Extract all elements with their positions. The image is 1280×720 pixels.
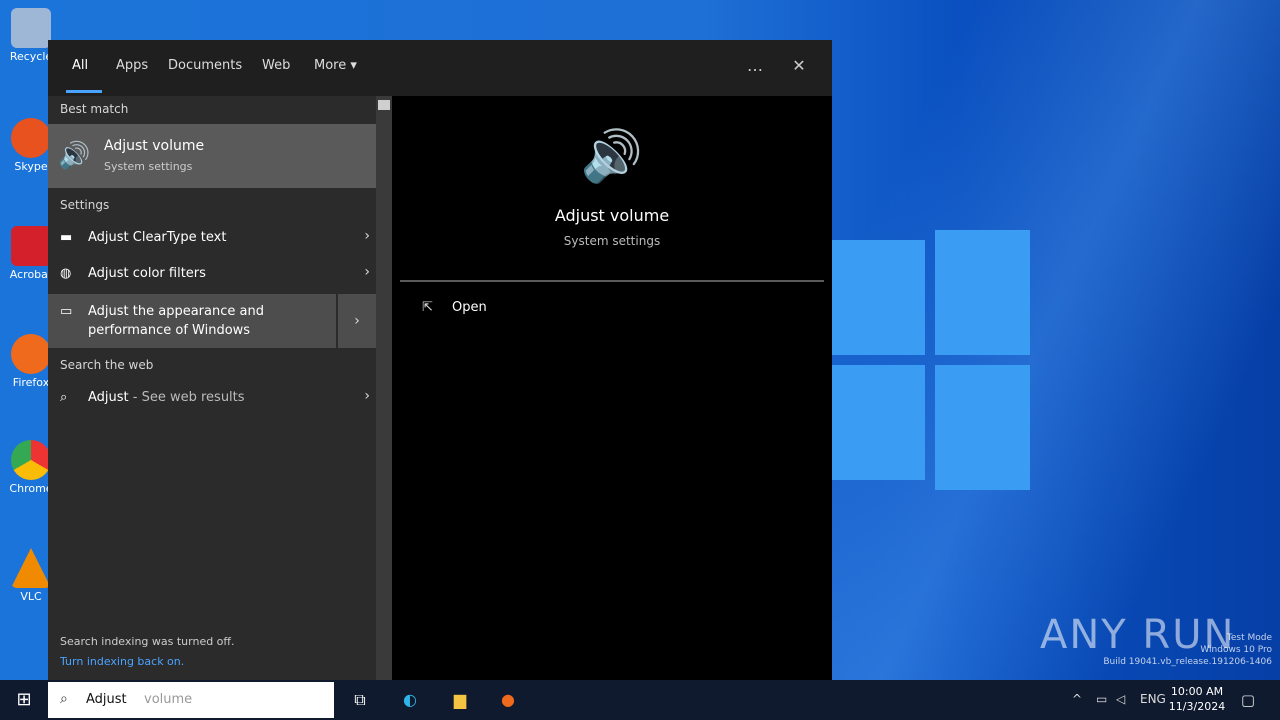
tab-web[interactable]: Web <box>262 58 290 73</box>
search-autocomplete-text: volume <box>144 692 193 707</box>
vlc-icon <box>11 548 51 588</box>
result-label: Adjust color filters <box>88 266 206 281</box>
notification-icon[interactable]: ▢ <box>1236 688 1260 712</box>
more-options-button[interactable]: … <box>740 54 770 78</box>
network-icon[interactable]: ▭ <box>1096 692 1107 706</box>
search-tabs-bar: All Apps Documents Web More ▾ … ✕ <box>48 40 832 96</box>
taskbar-search-input[interactable]: ⌕ Adjust volume <box>48 682 334 718</box>
preview-subtitle: System settings <box>563 234 661 248</box>
search-icon: ⌕ <box>60 390 68 405</box>
open-icon: ⇱ <box>422 300 433 315</box>
chevron-right-icon: › <box>364 228 370 244</box>
windows-start-button[interactable]: ⊞ <box>0 680 48 720</box>
best-match-heading: Best match <box>60 102 129 116</box>
scrollbar[interactable] <box>376 96 392 680</box>
tab-all[interactable]: All <box>72 58 88 73</box>
clock-time: 10:00 AM <box>1170 685 1224 698</box>
acrobat-icon <box>11 226 51 266</box>
color-filter-icon: ◍ <box>60 266 72 281</box>
chrome-icon <box>11 440 51 480</box>
speaker-icon: 🔊 <box>580 127 644 185</box>
chevron-right-icon: › <box>364 388 370 404</box>
active-tab-indicator <box>66 90 102 93</box>
result-web-search[interactable]: ⌕ Adjust - See web results › <box>48 380 376 416</box>
best-match-subtitle: System settings <box>104 160 193 173</box>
speaker-icon[interactable]: ◁ <box>1116 692 1125 706</box>
windows-logo-wallpaper <box>830 230 1030 490</box>
clock-date: 11/3/2024 <box>1168 700 1226 713</box>
web-search-suffix: - See web results <box>128 390 245 405</box>
open-action[interactable]: ⇱ Open <box>422 300 487 315</box>
speaker-icon: 🔊 <box>58 141 91 171</box>
preview-pane: 🔊 Adjust volume System settings ⇱ Open <box>392 96 832 680</box>
search-typed-text: Adjust <box>86 692 127 707</box>
search-panel: All Apps Documents Web More ▾ … ✕ Best m… <box>48 40 832 680</box>
close-button[interactable]: ✕ <box>784 54 814 78</box>
chevron-up-icon[interactable]: ^ <box>1072 692 1082 706</box>
web-search-term: Adjust <box>88 390 129 405</box>
recycle-bin-icon <box>11 8 51 48</box>
search-web-heading: Search the web <box>60 358 154 372</box>
tab-more[interactable]: More ▾ <box>314 58 357 73</box>
edge-icon[interactable]: ◐ <box>396 686 424 714</box>
settings-heading: Settings <box>60 198 110 212</box>
taskbar: ⊞ ⌕ Adjust volume ⧉ ◐ ▆ ● ^ ▭ ◁ ENG 10:0… <box>0 680 1280 720</box>
tab-apps[interactable]: Apps <box>116 58 148 73</box>
indexing-status: Search indexing was turned off. <box>60 635 235 648</box>
language-indicator[interactable]: ENG <box>1140 692 1166 706</box>
web-result-label: Adjust - See web results <box>88 390 245 405</box>
best-match-item[interactable]: 🔊 Adjust volume System settings <box>48 124 376 188</box>
clock[interactable]: 10:00 AM 11/3/2024 <box>1166 684 1228 714</box>
task-view-icon[interactable]: ⧉ <box>346 686 374 714</box>
chevron-right-icon: › <box>364 264 370 280</box>
divider <box>400 280 824 282</box>
results-list: Best match 🔊 Adjust volume System settin… <box>48 96 376 680</box>
result-adjust-appearance[interactable]: ▭ Adjust the appearance and performance … <box>48 294 376 348</box>
result-adjust-cleartype[interactable]: ▬ Adjust ClearType text › <box>48 220 376 256</box>
result-label: Adjust ClearType text <box>88 230 227 245</box>
best-match-title: Adjust volume <box>104 138 205 154</box>
firefox-icon[interactable]: ● <box>494 686 522 714</box>
skype-icon <box>11 118 51 158</box>
search-icon: ⌕ <box>60 691 68 707</box>
firefox-icon <box>11 334 51 374</box>
cleartype-icon: ▬ <box>60 230 73 245</box>
chevron-right-icon[interactable]: › <box>336 294 376 348</box>
test-mode-text: Test Mode Windows 10 Pro Build 19041.vb_… <box>1103 633 1272 667</box>
turn-on-indexing-link[interactable]: Turn indexing back on. <box>60 655 184 668</box>
result-adjust-color-filters[interactable]: ◍ Adjust color filters › <box>48 256 376 292</box>
result-label: Adjust the appearance and performance of… <box>88 304 264 338</box>
open-label: Open <box>452 300 487 315</box>
preview-title: Adjust volume <box>554 206 670 225</box>
scrollbar-thumb[interactable] <box>378 100 390 110</box>
file-explorer-icon[interactable]: ▆ <box>446 686 474 714</box>
monitor-icon: ▭ <box>60 304 73 319</box>
tab-documents[interactable]: Documents <box>168 58 242 73</box>
